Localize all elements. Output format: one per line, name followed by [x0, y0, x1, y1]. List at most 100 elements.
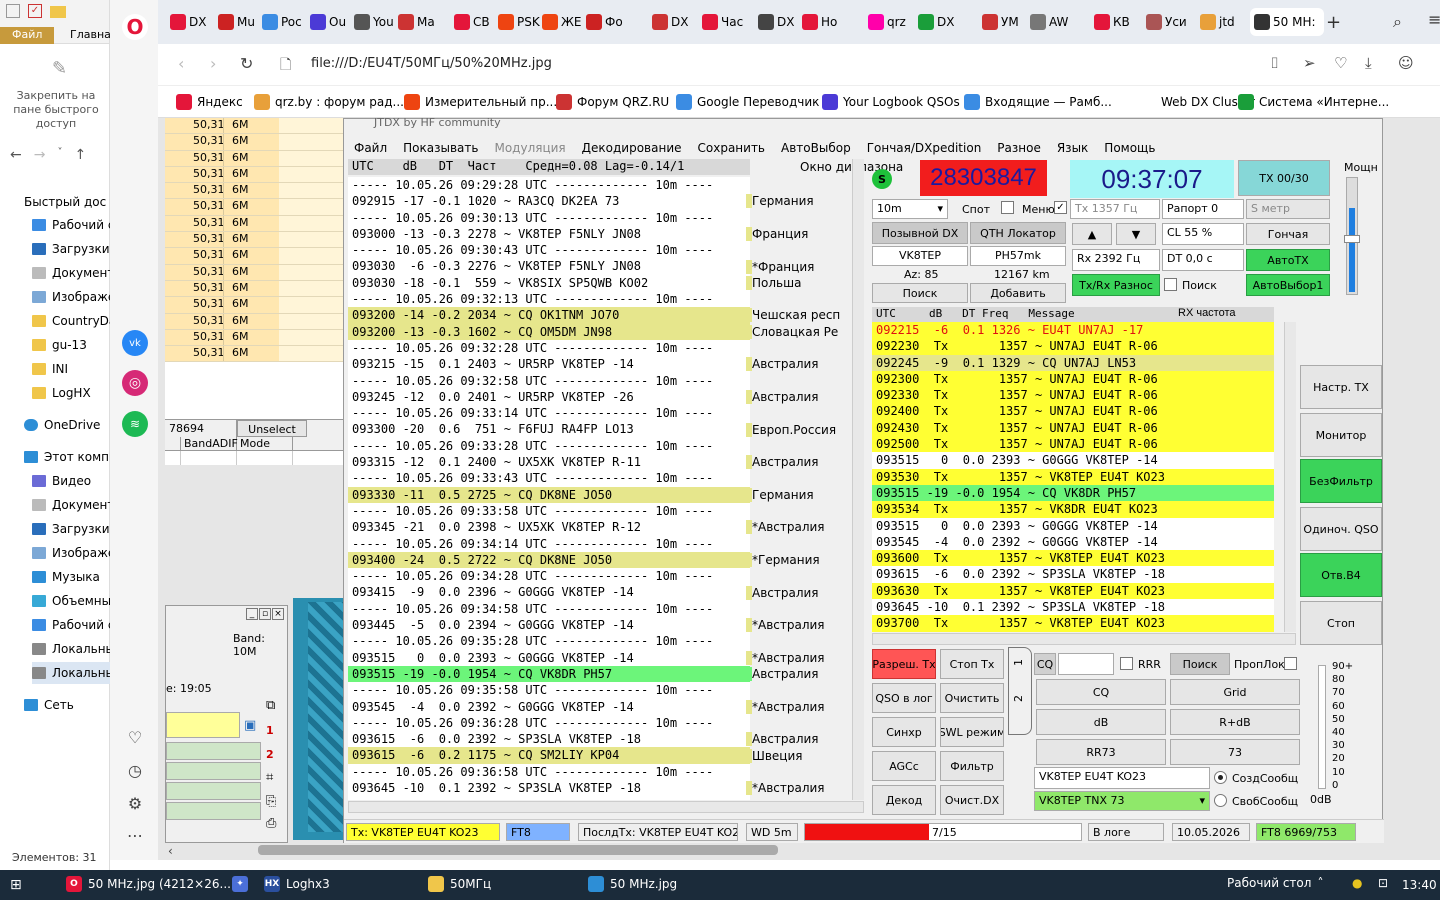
- side-button[interactable]: Одиноч. QSO: [1300, 507, 1382, 551]
- menu-item[interactable]: Язык: [1057, 141, 1088, 155]
- decode-line[interactable]: 093315 -12 0.1 2400 ~ UX5XK VK8TEP R-11: [348, 454, 750, 470]
- log-row[interactable]: 50,3130 6M: [165, 199, 343, 216]
- this-pc-item[interactable]: Этот компь: [24, 446, 112, 468]
- decode-line[interactable]: 093300 -20 0.6 751 ~ F6FUJ RA4FP LO13: [348, 421, 750, 437]
- control-button[interactable]: Декод: [872, 785, 936, 815]
- step2-icon[interactable]: 2: [266, 748, 274, 761]
- history-icon[interactable]: ◷: [122, 757, 148, 783]
- browser-tab[interactable]: 50 МН:: [1250, 8, 1324, 36]
- rx-line[interactable]: 092245 -9 0.1 1329 ~ CQ UN7AJ LN53: [872, 354, 1274, 371]
- bookmark-item[interactable]: Google Переводчик: [676, 94, 819, 110]
- log-row[interactable]: 50,3134 6M: [165, 183, 343, 200]
- browser-tab[interactable]: DX: [166, 8, 210, 36]
- bookmark-item[interactable]: Форум QRZ.RU: [556, 94, 669, 110]
- browser-tab[interactable]: Poc: [258, 8, 306, 36]
- message-button[interactable]: 73: [1170, 739, 1300, 765]
- tx-counter[interactable]: TX 00/30: [1238, 160, 1330, 196]
- url-field[interactable]: file:///D:/EU4T/50МГц/50%20MHz.jpg: [311, 56, 552, 71]
- rx-line[interactable]: 092215 -6 0.1 1326 ~ EU4T UN7AJ -17: [872, 322, 1274, 339]
- decode-line[interactable]: 093415 -9 0.0 2396 ~ G0GGG VK8TEP -14: [348, 584, 750, 600]
- explorer-folder-item[interactable]: CountryDa: [32, 310, 120, 332]
- tx-message-2[interactable]: VK8TEP TNX 73 ▾: [1034, 791, 1210, 811]
- decode-line[interactable]: ----- 10.05.26 09:36:58 UTC ------------…: [348, 764, 750, 780]
- decode-line[interactable]: ----- 10.05.26 09:36:28 UTC ------------…: [348, 715, 750, 731]
- dx-grid-input[interactable]: PH57mk: [970, 246, 1066, 266]
- log-row[interactable]: 50,3132 6M: [165, 297, 343, 314]
- browser-tab[interactable]: AW: [1026, 8, 1072, 36]
- taskbar-item-loghx[interactable]: HX Loghx3: [264, 876, 330, 892]
- pc-folder-item[interactable]: Объемны: [32, 590, 120, 612]
- bookmark-item[interactable]: Your Logbook QSOs: [822, 94, 960, 110]
- browser-tab[interactable]: You: [350, 8, 398, 36]
- decode-line[interactable]: ----- 10.05.26 09:33:58 UTC ------------…: [348, 503, 750, 519]
- add-button[interactable]: Добавить: [970, 283, 1066, 303]
- bookmark-item[interactable]: Система «Интерне...: [1238, 94, 1389, 110]
- message-button[interactable]: Grid: [1170, 679, 1300, 705]
- spotify-icon[interactable]: ≋: [122, 411, 148, 437]
- decode-line[interactable]: 093515 0 0.0 2393 ~ G0GGG VK8TEP -14: [348, 650, 750, 666]
- browser-tab[interactable]: Час: [698, 8, 747, 36]
- decode-line[interactable]: 093030 -6 -0.3 2276 ~ VK8TEP F5NLY JN08: [348, 258, 750, 274]
- side-button[interactable]: Монитор: [1300, 413, 1382, 457]
- quick-access-item[interactable]: Быстрый дос: [24, 191, 112, 213]
- tx-frequency[interactable]: Tx 1357 Гц: [1070, 199, 1160, 219]
- rx-scrollbar[interactable]: [1284, 322, 1296, 632]
- decode-line[interactable]: 093000 -13 -0.3 2278 ~ VK8TEP F5NLY JN08: [348, 226, 750, 242]
- pc-folder-item[interactable]: Рабочий с: [32, 614, 120, 636]
- print-icon[interactable]: ⎙: [266, 816, 276, 831]
- bookmark-item[interactable]: Входящие — Рамб...: [964, 94, 1112, 110]
- minimize-icon[interactable]: _: [246, 608, 258, 620]
- control-button[interactable]: QSO в лог: [872, 683, 936, 713]
- pc-folder-item[interactable]: Загрузки: [32, 518, 120, 540]
- pc-folder-item[interactable]: Документ: [32, 494, 120, 516]
- pc-folder-item[interactable]: Локальны: [32, 662, 120, 684]
- pc-folder-item[interactable]: Музыка: [32, 566, 120, 588]
- callsign-input[interactable]: [166, 712, 240, 738]
- decode-line[interactable]: 093645 -10 0.1 2392 ~ SP3SLA VK8TEP -18: [348, 780, 750, 796]
- decode-line[interactable]: 093215 -15 0.1 2403 ~ UR5RP VK8TEP -14: [348, 356, 750, 372]
- settings-gear-icon[interactable]: ⚙: [122, 790, 148, 816]
- browser-tab[interactable]: Фо: [582, 8, 627, 36]
- chevron-down-icon[interactable]: ˅: [57, 147, 62, 163]
- decode-line[interactable]: 093200 -14 -0.2 2034 ~ CQ OK1TNM JO70: [348, 307, 750, 324]
- menu-item[interactable]: Показывать: [403, 141, 478, 155]
- download-icon[interactable]: ⤓: [1365, 54, 1372, 72]
- browser-tab[interactable]: Уси: [1142, 8, 1191, 36]
- log-row[interactable]: 50,3130 6M: [165, 264, 343, 281]
- power-slider[interactable]: [1344, 177, 1360, 295]
- menu-icon[interactable]: ≡: [1428, 10, 1440, 29]
- copy-icon[interactable]: ⧉: [266, 698, 275, 713]
- rx-hscrollbar[interactable]: [872, 633, 1296, 645]
- camera-icon[interactable]: ⌷: [1270, 54, 1279, 72]
- folder-icon[interactable]: [50, 6, 66, 18]
- explorer-folder-item[interactable]: INI: [32, 358, 120, 380]
- show-desktop[interactable]: Рабочий стол ˄: [1227, 876, 1323, 890]
- browser-tab[interactable]: DX: [914, 8, 958, 36]
- browser-tab[interactable]: DX: [754, 8, 798, 36]
- opera-logo-icon[interactable]: O: [122, 14, 148, 40]
- decode-line[interactable]: 093515 -19 -0.0 1954 ~ CQ VK8DR PH57: [348, 665, 750, 683]
- heart-icon[interactable]: ♡: [1334, 54, 1347, 72]
- control-button[interactable]: Стоп Тх: [940, 649, 1004, 679]
- bookmark-item[interactable]: Яндекс: [176, 94, 243, 110]
- cq-modifier-input[interactable]: [1058, 653, 1114, 675]
- decode-line[interactable]: ----- 10.05.26 09:29:28 UTC ------------…: [348, 177, 750, 193]
- report-spinbox[interactable]: Рапорт 0: [1162, 199, 1244, 219]
- band-select[interactable]: 10m ▾: [872, 199, 948, 219]
- taskbar-item-photo[interactable]: 50 MHz.jpg: [588, 876, 677, 892]
- decode-line[interactable]: ----- 10.05.26 09:30:13 UTC ------------…: [348, 210, 750, 226]
- pc-folder-item[interactable]: Локальны: [32, 638, 120, 660]
- heart-icon[interactable]: ♡: [122, 724, 148, 750]
- menu-item[interactable]: Сохранить: [698, 141, 766, 155]
- menu-item[interactable]: Файл: [354, 141, 387, 155]
- decode-line[interactable]: 092915 -17 -0.1 1020 ~ RA3CQ DK2EA 73: [348, 193, 750, 209]
- control-button[interactable]: Фильтр: [940, 751, 1004, 781]
- decode-line[interactable]: 093245 -12 0.0 2401 ~ UR5RP VK8TEP -26: [348, 389, 750, 405]
- decode-line[interactable]: ----- 10.05.26 09:35:58 UTC ------------…: [348, 682, 750, 698]
- explorer-folder-item[interactable]: Изображе: [32, 286, 120, 308]
- menu-checkbox[interactable]: ✓: [1054, 201, 1067, 214]
- browser-tab[interactable]: ЖЕ: [538, 8, 586, 36]
- log-row[interactable]: 50,3134 6M: [165, 232, 343, 249]
- spot-checkbox[interactable]: [1001, 201, 1014, 214]
- rx-line[interactable]: 092230 Tx 1357 ~ UN7AJ EU4T R-06: [872, 338, 1274, 355]
